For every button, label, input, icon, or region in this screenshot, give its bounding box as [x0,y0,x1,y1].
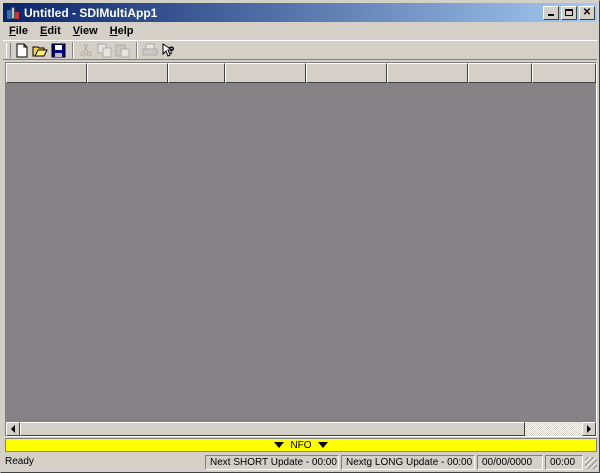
print-icon [142,43,158,55]
maximize-button[interactable] [561,5,577,20]
toolbar-separator [72,42,74,58]
toolbar-grip[interactable] [6,42,11,58]
help-icon: ? [162,42,175,57]
copy-button[interactable] [96,42,112,58]
list-content-area[interactable] [6,83,596,422]
paste-icon [115,44,129,57]
save-icon [51,43,65,57]
info-bar-label: NFO [290,439,312,451]
minimize-button[interactable] [543,5,559,20]
paste-button[interactable] [114,42,130,58]
maximize-icon [565,8,573,16]
menu-file[interactable]: File [3,25,34,37]
open-icon [32,46,48,56]
close-icon: ✕ [582,6,592,18]
new-icon [16,43,28,57]
app-window: Untitled - SDIMultiApp1 ✕ File Edit View… [0,0,600,473]
menu-file-rest: ile [15,25,28,37]
status-time: 00:00 [545,455,583,470]
column-header[interactable] [306,63,387,83]
column-header-row [6,63,596,83]
list-view[interactable] [5,62,597,437]
arrow-right-icon [587,425,591,433]
menu-view-rest: iew [79,25,98,37]
menu-view[interactable]: View [67,25,104,37]
close-button[interactable]: ✕ [579,5,595,20]
horizontal-scrollbar[interactable] [6,422,596,436]
menu-help-rest: elp [117,25,134,37]
scroll-left-button[interactable] [6,422,20,436]
status-ready: Ready [5,456,34,467]
copy-icon [97,43,111,57]
app-icon[interactable] [6,6,20,20]
svg-text:?: ? [168,45,175,57]
column-header[interactable] [87,63,168,83]
minimize-icon [548,13,554,16]
column-header[interactable] [468,63,532,83]
info-bar-toggle[interactable]: NFO [5,438,597,452]
scroll-right-button[interactable] [582,422,596,436]
title-bar[interactable]: Untitled - SDIMultiApp1 ✕ [3,3,597,22]
status-bar: Ready Next SHORT Update - 00:00 Nextg LO… [3,454,597,471]
scroll-thumb[interactable] [20,422,525,436]
arrow-left-icon [11,425,15,433]
expand-arrow-icon [274,442,285,448]
context-help-button[interactable]: ? [160,42,176,58]
caption-buttons: ✕ [541,5,595,20]
expand-arrow-icon [317,442,328,448]
status-long-update: Nextg LONG Update - 00:00 [341,455,475,470]
column-header[interactable] [225,63,306,83]
column-header[interactable] [387,63,468,83]
print-button[interactable] [142,42,158,58]
window-title: Untitled - SDIMultiApp1 [24,5,158,20]
cut-icon [80,43,92,56]
toolbar-separator [136,42,138,58]
resize-grip[interactable] [585,456,597,469]
status-date: 00/00/0000 [477,455,543,470]
menu-bar: File Edit View Help [3,22,597,40]
menu-help[interactable]: Help [104,25,140,37]
open-button[interactable] [32,42,48,58]
scroll-track[interactable] [525,422,582,436]
cut-button[interactable] [78,42,94,58]
save-button[interactable] [50,42,66,58]
new-button[interactable] [14,42,30,58]
menu-edit-rest: dit [47,25,61,37]
toolbar: ? [3,40,597,60]
status-short-update: Next SHORT Update - 00:00 [205,455,339,470]
column-header[interactable] [6,63,87,83]
column-header[interactable] [532,63,596,83]
menu-edit[interactable]: Edit [34,25,67,37]
column-header[interactable] [168,63,225,83]
